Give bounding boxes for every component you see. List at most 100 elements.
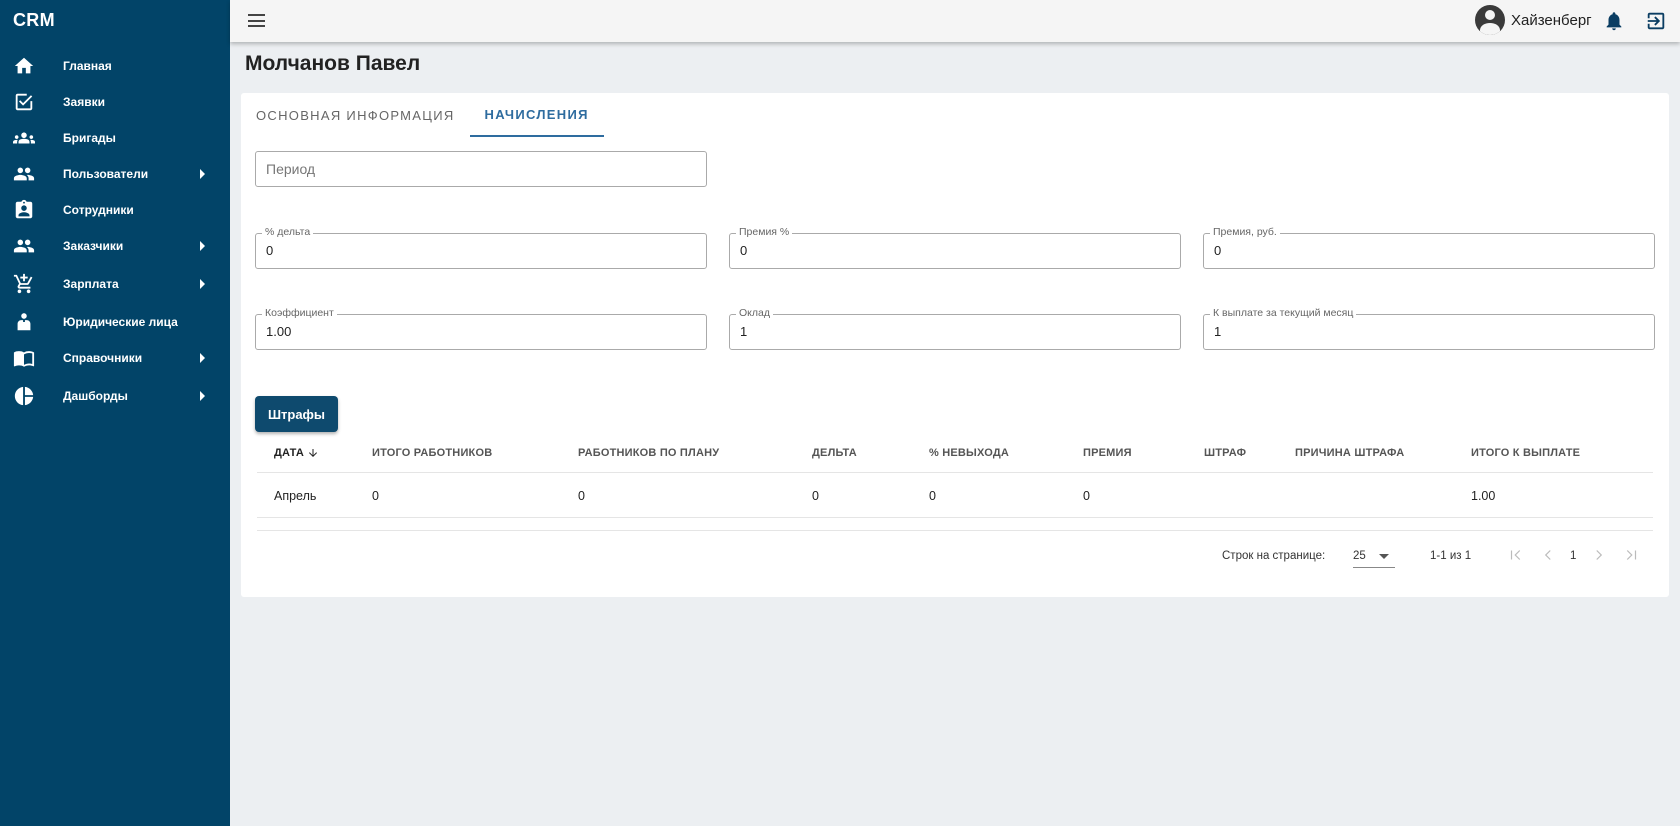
current-page: 1 [1570,550,1577,562]
rows-per-page-value: 25 [1353,550,1366,562]
payout-label: К выплате за текущий месяц [1210,307,1357,319]
coefficient-value: 1.00 [266,324,292,339]
sidebar-item-label: Зарплата [63,277,119,291]
tab-accruals[interactable]: НАЧИСЛЕНИЯ [469,93,604,137]
sidebar-item-label: Юридические лица [63,315,178,329]
period-input[interactable] [256,152,706,186]
column-header-fine[interactable]: ШТРАФ [1204,433,1246,473]
person-icon [12,310,36,334]
coefficient-label: Коэффициент [262,307,337,319]
salary-value: 1 [740,324,748,339]
column-header-absence-percent[interactable]: % НЕВЫХОДА [929,433,1009,473]
sidebar-item-users[interactable]: Пользователи [0,156,230,192]
salary-label: Оклад [736,307,773,319]
bonus-percent-value: 0 [740,243,748,258]
delta-value: 0 [266,243,274,258]
sidebar-item-label: Главная [63,59,112,73]
chevron-right-icon [200,391,205,401]
salary-field[interactable]: Оклад 1 [729,307,1181,350]
table-footer-divider [257,530,1653,531]
bonus-percent-label: Премия % [736,226,793,238]
sidebar: CRM Главная Заявки Бригады Пользователи … [0,0,230,826]
coefficient-field[interactable]: Коэффициент 1.00 [255,307,707,350]
username: Хайзенберг [1511,11,1592,29]
clipboard-user-icon [12,198,36,222]
sidebar-item-label: Справочники [63,351,143,365]
table-cell-total-payout: 1.00 [1471,489,1496,503]
last-page-icon[interactable] [1622,546,1640,564]
tab-main-info[interactable]: ОСНОВНАЯ ИНФОРМАЦИЯ [241,93,470,137]
rows-per-page-label: Строк на странице: [1222,550,1326,562]
chevron-right-icon [200,169,205,179]
payout-field[interactable]: К выплате за текущий месяц 1 [1203,307,1655,350]
sidebar-item-label: Заказчики [63,239,124,253]
table-cell-bonus: 0 [1083,489,1090,503]
sidebar-item-legal-entities[interactable]: Юридические лица [0,304,230,340]
prev-page-icon[interactable] [1539,546,1557,564]
period-field[interactable] [255,151,707,187]
sidebar-item-home[interactable]: Главная [0,48,230,84]
sidebar-item-employees[interactable]: Сотрудники [0,192,230,228]
people-icon [12,234,36,258]
user-menu[interactable]: Хайзенберг [1475,5,1592,35]
table-cell-date: Апрель [274,489,317,503]
sidebar-item-references[interactable]: Справочники [0,340,230,376]
payout-value: 1 [1214,324,1222,339]
chevron-right-icon [200,279,205,289]
book-icon [12,346,36,370]
cart-icon [12,272,36,296]
bonus-rub-value: 0 [1214,243,1222,258]
table-cell-total-workers: 0 [372,489,379,503]
sidebar-item-label: Пользователи [63,167,149,181]
groups-icon [12,126,36,150]
sidebar-item-brigades[interactable]: Бригады [0,120,230,156]
sidebar-item-dashboards[interactable]: Дашборды [0,376,230,416]
caret-down-icon [1379,554,1389,559]
column-header-delta[interactable]: ДЕЛЬТА [812,433,857,473]
sidebar-item-label: Сотрудники [63,203,134,217]
people-icon [12,162,36,186]
sidebar-item-salary[interactable]: Зарплата [0,264,230,304]
chevron-right-icon [200,353,205,363]
arrow-down-icon [309,449,318,457]
logout-icon[interactable] [1645,10,1667,32]
checkbox-icon [12,90,36,114]
pagination: Строк на странице: 25 1-1 из 1 1 [241,538,1669,572]
sidebar-item-label: Бригады [63,131,116,145]
column-header-date[interactable]: ДАТА [274,433,319,473]
brand-logo[interactable]: CRM [13,10,55,31]
first-page-icon[interactable] [1507,546,1525,564]
rows-per-page-select[interactable]: 25 [1353,544,1395,568]
column-header-bonus[interactable]: ПРЕМИЯ [1083,433,1132,473]
bonus-rub-field[interactable]: Премия, руб. 0 [1203,226,1655,269]
sidebar-item-customers[interactable]: Заказчики [0,228,230,264]
table-row[interactable]: Апрель 0 0 0 0 0 1.00 [257,474,1653,518]
page-range: 1-1 из 1 [1430,550,1472,562]
sidebar-item-label: Заявки [63,95,105,109]
avatar [1475,5,1505,35]
bonus-rub-label: Премия, руб. [1210,226,1280,238]
page-title: Молчанов Павел [245,52,421,75]
pie-chart-icon [12,384,36,408]
topbar: Хайзенберг [230,0,1680,42]
sidebar-item-requests[interactable]: Заявки [0,84,230,120]
fines-button[interactable]: Штрафы [255,396,338,432]
tabs: ОСНОВНАЯ ИНФОРМАЦИЯ НАЧИСЛЕНИЯ [241,93,604,137]
table-header: ДАТА ИТОГО РАБОТНИКОВ РАБОТНИКОВ ПО ПЛАН… [257,433,1653,473]
chevron-right-icon [200,241,205,251]
content-card: ОСНОВНАЯ ИНФОРМАЦИЯ НАЧИСЛЕНИЯ % дельта … [241,93,1669,597]
table-cell-delta: 0 [812,489,819,503]
column-header-total-payout[interactable]: ИТОГО К ВЫПЛАТЕ [1471,433,1580,473]
home-icon [12,54,36,78]
next-page-icon[interactable] [1590,546,1608,564]
column-header-fine-reason[interactable]: ПРИЧИНА ШТРАФА [1295,433,1404,473]
column-header-label: ДАТА [274,447,305,459]
column-header-total-workers[interactable]: ИТОГО РАБОТНИКОВ [372,433,492,473]
column-header-planned-workers[interactable]: РАБОТНИКОВ ПО ПЛАНУ [578,433,719,473]
sidebar-nav: Главная Заявки Бригады Пользователи Сотр… [0,48,230,416]
menu-icon[interactable] [248,14,265,27]
bonus-percent-field[interactable]: Премия % 0 [729,226,1181,269]
delta-field[interactable]: % дельта 0 [255,226,707,269]
sidebar-item-label: Дашборды [63,389,128,403]
bell-icon[interactable] [1603,10,1625,32]
